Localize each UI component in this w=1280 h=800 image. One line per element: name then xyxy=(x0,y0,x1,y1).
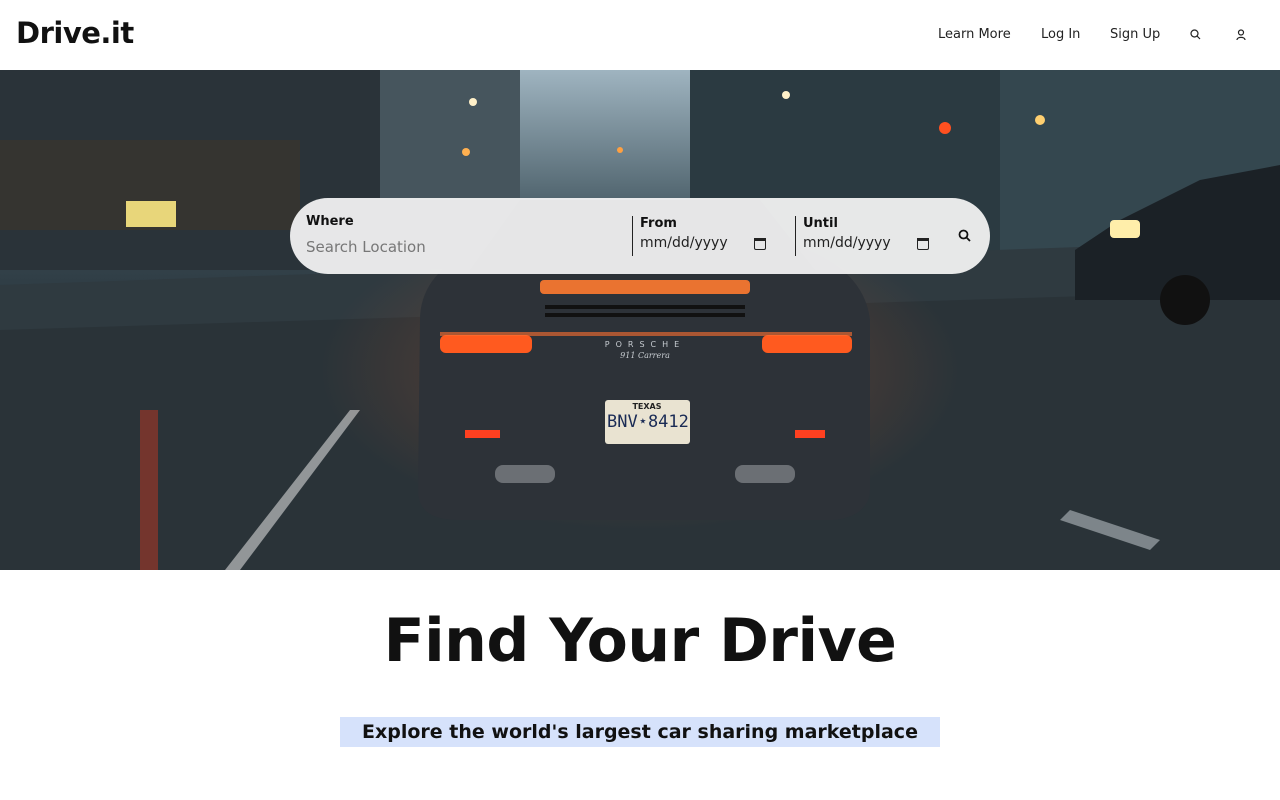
search-icon xyxy=(958,229,971,242)
calendar-icon[interactable] xyxy=(917,238,929,250)
plate-number: BNV⋆8412 xyxy=(607,412,689,432)
site-header: Drive.it Learn More Log In Sign Up xyxy=(0,0,1280,70)
car-model: 911 Carrera xyxy=(620,351,670,360)
from-date-input[interactable]: mm/dd/yyyy xyxy=(640,235,728,255)
site-logo[interactable]: Drive.it xyxy=(16,16,134,50)
hero-photo xyxy=(0,70,1280,570)
field-divider xyxy=(632,216,633,256)
user-icon[interactable] xyxy=(1234,27,1248,41)
until-date-input[interactable]: mm/dd/yyyy xyxy=(803,235,891,255)
nav-learn-more-link[interactable]: Learn More xyxy=(938,27,1011,42)
search-bar: Where From mm/dd/yyyy Until mm/dd/yyyy xyxy=(290,198,990,274)
nav-sign-up-link[interactable]: Sign Up xyxy=(1110,27,1160,42)
search-button[interactable] xyxy=(957,228,973,244)
calendar-icon[interactable] xyxy=(754,238,766,250)
hero-image: TEXAS BNV⋆8412 PORSCHE 911 Carrera xyxy=(0,70,1280,570)
field-divider xyxy=(795,216,796,256)
page-headline: Find Your Drive xyxy=(383,606,897,676)
search-icon[interactable] xyxy=(1189,27,1203,41)
location-search-input[interactable] xyxy=(306,236,606,258)
where-label: Where xyxy=(306,214,354,229)
from-label: From xyxy=(640,216,677,231)
until-label: Until xyxy=(803,216,838,231)
nav-log-in-link[interactable]: Log In xyxy=(1041,27,1080,42)
car-brand: PORSCHE xyxy=(604,340,686,349)
tagline-banner: Explore the world's largest car sharing … xyxy=(340,717,940,747)
plate-state: TEXAS xyxy=(632,402,662,411)
